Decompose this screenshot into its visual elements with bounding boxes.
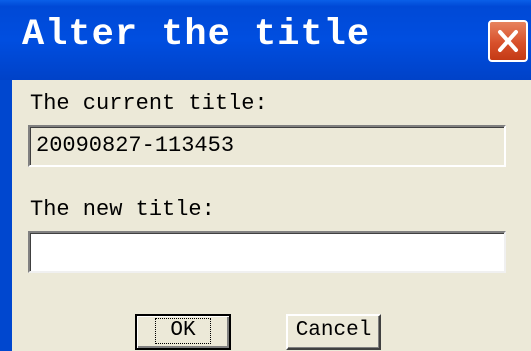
title-bar[interactable]: Alter the title	[0, 0, 531, 80]
cancel-button[interactable]: Cancel	[286, 314, 381, 350]
new-title-input[interactable]	[28, 231, 506, 273]
ok-button-label: OK	[155, 318, 211, 344]
close-icon	[498, 30, 518, 52]
ok-button[interactable]: OK	[135, 314, 231, 350]
current-title-field: 20090827-113453	[28, 125, 506, 167]
close-button[interactable]	[488, 20, 528, 62]
alter-title-dialog: Alter the title The current title: 20090…	[0, 0, 531, 351]
window-frame	[0, 80, 12, 351]
new-title-label: The new title:	[30, 197, 215, 222]
current-title-label: The current title:	[30, 91, 268, 116]
window-title: Alter the title	[22, 14, 371, 56]
